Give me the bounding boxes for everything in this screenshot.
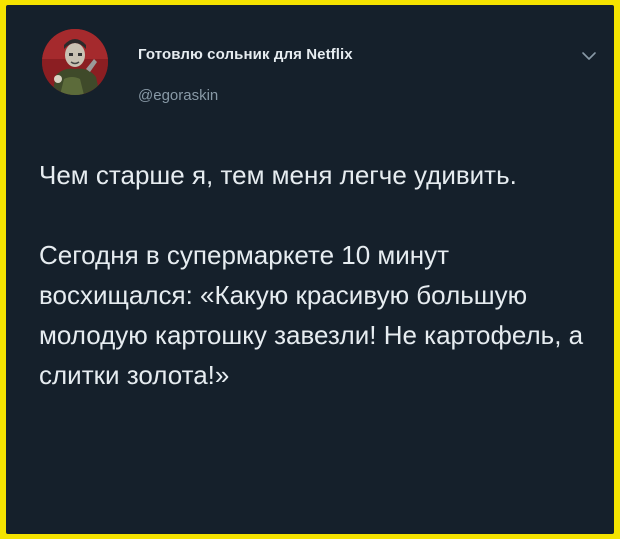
tweet-paragraph-2: Сегодня в супермаркете 10 минут восхищал… <box>39 240 584 390</box>
tweet-text: Чем старше я, тем меня легче удивить. Се… <box>39 155 599 395</box>
tweet-card[interactable]: Готовлю сольник для Netflix @egoraskin Ч… <box>6 5 614 534</box>
avatar[interactable] <box>42 29 108 95</box>
user-handle[interactable]: @egoraskin <box>138 87 218 104</box>
display-name[interactable]: Готовлю сольник для Netflix <box>138 46 353 63</box>
chevron-down-icon[interactable] <box>579 49 599 63</box>
tweet-paragraph-1: Чем старше я, тем меня легче удивить. <box>39 160 517 190</box>
